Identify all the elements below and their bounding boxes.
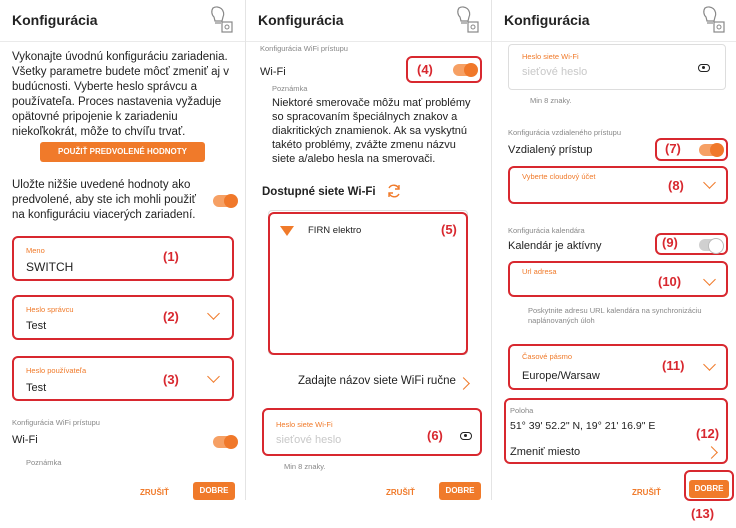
name-value[interactable]: SWITCH — [26, 260, 73, 274]
cancel-button[interactable]: ZRUŠIŤ — [386, 488, 415, 497]
save-defaults-text: Uložte nižšie uvedené hodnoty ako predvo… — [12, 179, 196, 221]
user-password-box[interactable] — [12, 356, 234, 401]
remote-section-heading: Konfigurácia vzdialeného prístupu — [508, 128, 621, 137]
panel-initial-config: Konfigurácia Vykonajte úvodnú konfigurác… — [0, 0, 245, 500]
min-chars-hint: Min 8 znaky. — [284, 462, 326, 471]
show-password-icon[interactable] — [460, 432, 472, 440]
bulb-icon[interactable] — [203, 4, 235, 38]
callout-12: (12) — [696, 426, 720, 441]
timezone-value[interactable]: Europe/Warsaw — [522, 370, 600, 382]
callout-8: (8) — [668, 178, 684, 193]
wifi-toggle[interactable] — [213, 435, 238, 449]
name-label: Meno — [26, 246, 45, 255]
callout-9: (9) — [662, 235, 678, 250]
cancel-button[interactable]: ZRUŠIŤ — [140, 488, 169, 497]
wifi-label: Wi-Fi — [260, 66, 286, 78]
callout-4: (4) — [417, 62, 433, 77]
wifi-section-heading: Konfigurácia WiFi prístupu — [12, 418, 100, 427]
chevron-right-icon[interactable] — [457, 377, 470, 390]
ok-button-box — [684, 470, 734, 501]
wifi-password-label: Heslo siete Wi-Fi — [522, 52, 579, 61]
use-defaults-button[interactable]: POUŽIŤ PREDVOLENÉ HODNOTY — [40, 142, 205, 162]
callout-11: (11) — [662, 358, 685, 373]
refresh-icon[interactable] — [386, 183, 402, 199]
manual-network-link[interactable]: Zadajte názov siete WiFi ručne — [298, 375, 456, 387]
save-defaults-toggle[interactable] — [213, 194, 238, 208]
calendar-toggle[interactable] — [699, 238, 724, 254]
available-networks-heading: Dostupné siete Wi-Fi — [262, 186, 376, 198]
cloud-account-label: Vyberte cloudový účet — [522, 172, 596, 181]
user-password-label: Heslo používateľa — [26, 366, 87, 375]
timezone-select[interactable] — [508, 344, 728, 390]
calendar-active-label: Kalendár je aktívny — [508, 240, 602, 252]
show-password-icon[interactable] — [698, 64, 710, 72]
admin-password-value[interactable]: Test — [26, 320, 46, 332]
panel-wifi-config: Konfigurácia Konfigurácia WiFi prístupu … — [246, 0, 491, 500]
page-title: Konfigurácia — [258, 12, 344, 28]
cancel-button[interactable]: ZRUŠIŤ — [632, 488, 661, 497]
admin-password-box[interactable] — [12, 295, 234, 340]
page-title: Konfigurácia — [12, 12, 98, 28]
note-label: Poznámka — [272, 84, 308, 93]
callout-10: (10) — [658, 274, 682, 289]
location-value: 51° 39' 52.2" N, 19° 21' 16.9" E — [510, 420, 656, 432]
network-item[interactable]: FIRN elektro — [308, 225, 361, 236]
callout-6: (6) — [427, 428, 443, 443]
callout-5: (5) — [441, 222, 457, 237]
url-help-text: Poskytnite adresu URL kalendára na synch… — [528, 306, 702, 325]
wifi-toggle[interactable] — [453, 63, 478, 77]
bulb-icon[interactable] — [695, 4, 727, 38]
wifi-password-input[interactable]: sieťové heslo — [276, 434, 341, 446]
wifi-section-heading: Konfigurácia WiFi prístupu — [260, 44, 348, 53]
page-title: Konfigurácia — [504, 12, 590, 28]
calendar-section-heading: Konfigurácia kalendára — [508, 226, 585, 235]
wifi-signal-icon — [280, 226, 294, 236]
wifi-password-label: Heslo siete Wi-Fi — [276, 420, 333, 429]
callout-2: (2) — [163, 309, 179, 324]
name-field-box[interactable] — [12, 236, 234, 281]
remote-access-toggle[interactable] — [699, 143, 724, 157]
intro-text: Vykonajte úvodnú konfiguráciu zariadenia… — [12, 51, 229, 138]
url-address-label: Url adresa — [522, 267, 557, 276]
remote-access-label: Vzdialený prístup — [508, 144, 593, 156]
note-text: Niektoré smerovače môžu mať problémy so … — [272, 97, 471, 165]
timezone-label: Časové pásmo — [522, 352, 573, 361]
location-label: Poloha — [510, 406, 534, 415]
ok-button[interactable]: DOBRE — [439, 482, 481, 500]
callout-1: (1) — [163, 249, 179, 264]
header: Konfigurácia — [0, 0, 245, 42]
min-chars-hint: Min 8 znaky. — [530, 96, 572, 105]
change-location-link[interactable]: Zmeniť miesto — [510, 446, 580, 458]
callout-3: (3) — [163, 372, 179, 387]
ok-button[interactable]: DOBRE — [193, 482, 235, 500]
header: Konfigurácia — [492, 0, 736, 42]
wifi-label: Wi-Fi — [12, 434, 38, 446]
wifi-password-box[interactable] — [262, 408, 482, 456]
callout-13: (13) — [691, 506, 715, 521]
bulb-icon[interactable] — [449, 4, 481, 38]
panel-remote-calendar-config: Konfigurácia Heslo siete Wi-Fi sieťové h… — [492, 0, 736, 500]
user-password-value[interactable]: Test — [26, 382, 46, 394]
header: Konfigurácia — [246, 0, 491, 42]
admin-password-label: Heslo správcu — [26, 305, 74, 314]
note-label: Poznámka — [26, 458, 62, 467]
network-list-box — [268, 212, 468, 355]
wifi-password-input[interactable]: sieťové heslo — [522, 66, 587, 78]
callout-7: (7) — [665, 141, 681, 156]
